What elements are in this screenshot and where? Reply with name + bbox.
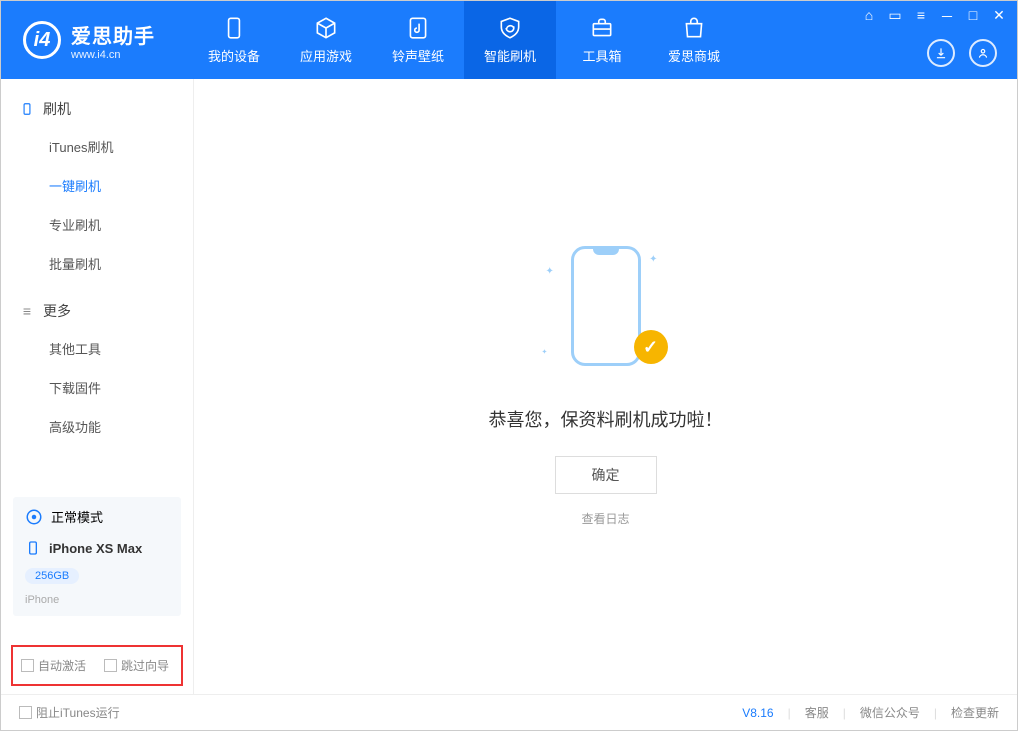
sidebar-item-oneclick-flash[interactable]: 一键刷机 xyxy=(1,166,193,205)
options-highlight-box: 自动激活 跳过向导 xyxy=(11,645,183,686)
sidebar-group-title: 更多 xyxy=(43,301,71,321)
success-message: 恭喜您，保资料刷机成功啦！ xyxy=(489,406,723,432)
cube-icon xyxy=(313,15,339,41)
nav-store[interactable]: 爱思商城 xyxy=(648,1,740,79)
sidebar-item-itunes-flash[interactable]: iTunes刷机 xyxy=(1,127,193,166)
phone-icon xyxy=(19,102,35,116)
app-logo-icon: i4 xyxy=(23,21,61,59)
mode-icon xyxy=(25,508,43,526)
sidebar-item-download-firmware[interactable]: 下载固件 xyxy=(1,368,193,407)
minimize-button[interactable]: － xyxy=(939,7,955,27)
checkbox-label: 跳过向导 xyxy=(121,659,169,673)
nav-ringtones[interactable]: 铃声壁纸 xyxy=(372,1,464,79)
checkbox-skip-guide[interactable]: 跳过向导 xyxy=(104,657,169,674)
checkbox-auto-activate[interactable]: 自动激活 xyxy=(21,657,86,674)
sparkle-icon: ✦ xyxy=(546,266,554,277)
nav-my-device[interactable]: 我的设备 xyxy=(188,1,280,79)
maximize-button[interactable]: □ xyxy=(965,7,981,27)
nav-label: 应用游戏 xyxy=(300,46,352,65)
version-label: V8.16 xyxy=(742,706,773,720)
device-type: iPhone xyxy=(25,594,59,606)
sidebar: 刷机 iTunes刷机 一键刷机 专业刷机 批量刷机 ≡ 更多 其他工具 下载固… xyxy=(1,79,194,694)
nav-label: 爱思商城 xyxy=(668,46,720,65)
download-button[interactable] xyxy=(927,39,955,67)
menu-icon[interactable]: ≡ xyxy=(913,7,929,27)
feedback-icon[interactable]: ▭ xyxy=(887,7,903,27)
app-subtitle: www.i4.cn xyxy=(71,49,155,61)
nav-apps-games[interactable]: 应用游戏 xyxy=(280,1,372,79)
checkbox-block-itunes[interactable]: 阻止iTunes运行 xyxy=(19,704,120,721)
sidebar-item-advanced[interactable]: 高级功能 xyxy=(1,407,193,446)
app-title: 爱思助手 xyxy=(71,20,155,49)
check-badge-icon: ✓ xyxy=(634,330,668,364)
bag-icon xyxy=(681,15,707,41)
nav-toolbox[interactable]: 工具箱 xyxy=(556,1,648,79)
sidebar-item-pro-flash[interactable]: 专业刷机 xyxy=(1,205,193,244)
sidebar-item-batch-flash[interactable]: 批量刷机 xyxy=(1,244,193,283)
checkbox-label: 阻止iTunes运行 xyxy=(36,706,120,720)
main-content: ✦ ✦ ✦ ✓ 恭喜您，保资料刷机成功啦！ 确定 查看日志 xyxy=(194,79,1017,694)
device-name: iPhone XS Max xyxy=(49,541,142,556)
footer-service-link[interactable]: 客服 xyxy=(805,704,829,721)
toolbox-icon xyxy=(589,15,615,41)
success-illustration: ✦ ✦ ✦ ✓ xyxy=(546,246,666,386)
nav-label: 铃声壁纸 xyxy=(392,46,444,65)
view-log-link[interactable]: 查看日志 xyxy=(581,510,629,527)
nav-label: 工具箱 xyxy=(582,46,621,65)
nav-label: 智能刷机 xyxy=(484,46,536,65)
footer-wechat-link[interactable]: 微信公众号 xyxy=(860,704,920,721)
sparkle-icon: ✦ xyxy=(542,348,548,356)
device-card[interactable]: iPhone XS Max 256GB iPhone xyxy=(13,530,181,616)
sparkle-icon: ✦ xyxy=(649,254,657,265)
refresh-shield-icon xyxy=(497,15,523,41)
footer: 阻止iTunes运行 V8.16 | 客服 | 微信公众号 | 检查更新 xyxy=(1,694,1017,730)
checkbox-icon xyxy=(104,659,117,672)
sidebar-group-title: 刷机 xyxy=(43,99,71,119)
device-icon xyxy=(221,15,247,41)
nav-label: 我的设备 xyxy=(208,46,260,65)
close-button[interactable]: ✕ xyxy=(991,7,1007,27)
music-file-icon xyxy=(405,15,431,41)
device-small-icon xyxy=(25,540,41,556)
ok-button[interactable]: 确定 xyxy=(555,456,657,494)
phone-illustration-icon xyxy=(571,246,641,366)
nav-smart-flash[interactable]: 智能刷机 xyxy=(464,1,556,79)
sidebar-group-flash[interactable]: 刷机 xyxy=(1,91,193,127)
shirt-icon[interactable]: ⌂ xyxy=(861,7,877,27)
footer-update-link[interactable]: 检查更新 xyxy=(951,704,999,721)
checkbox-label: 自动激活 xyxy=(38,659,86,673)
device-storage-badge: 256GB xyxy=(25,568,79,584)
logo-area: i4 爱思助手 www.i4.cn xyxy=(1,20,173,61)
sidebar-item-other-tools[interactable]: 其他工具 xyxy=(1,329,193,368)
list-icon: ≡ xyxy=(19,303,35,319)
account-button[interactable] xyxy=(969,39,997,67)
mode-label: 正常模式 xyxy=(51,507,103,526)
header: i4 爱思助手 www.i4.cn 我的设备 应用游戏 铃声壁纸 智能刷机 工具… xyxy=(1,1,1017,79)
sidebar-group-more[interactable]: ≡ 更多 xyxy=(1,293,193,329)
window-controls: ⌂ ▭ ≡ － □ ✕ xyxy=(861,7,1007,27)
checkbox-icon xyxy=(21,659,34,672)
main-nav: 我的设备 应用游戏 铃声壁纸 智能刷机 工具箱 爱思商城 xyxy=(188,1,740,79)
checkbox-icon xyxy=(19,706,32,719)
